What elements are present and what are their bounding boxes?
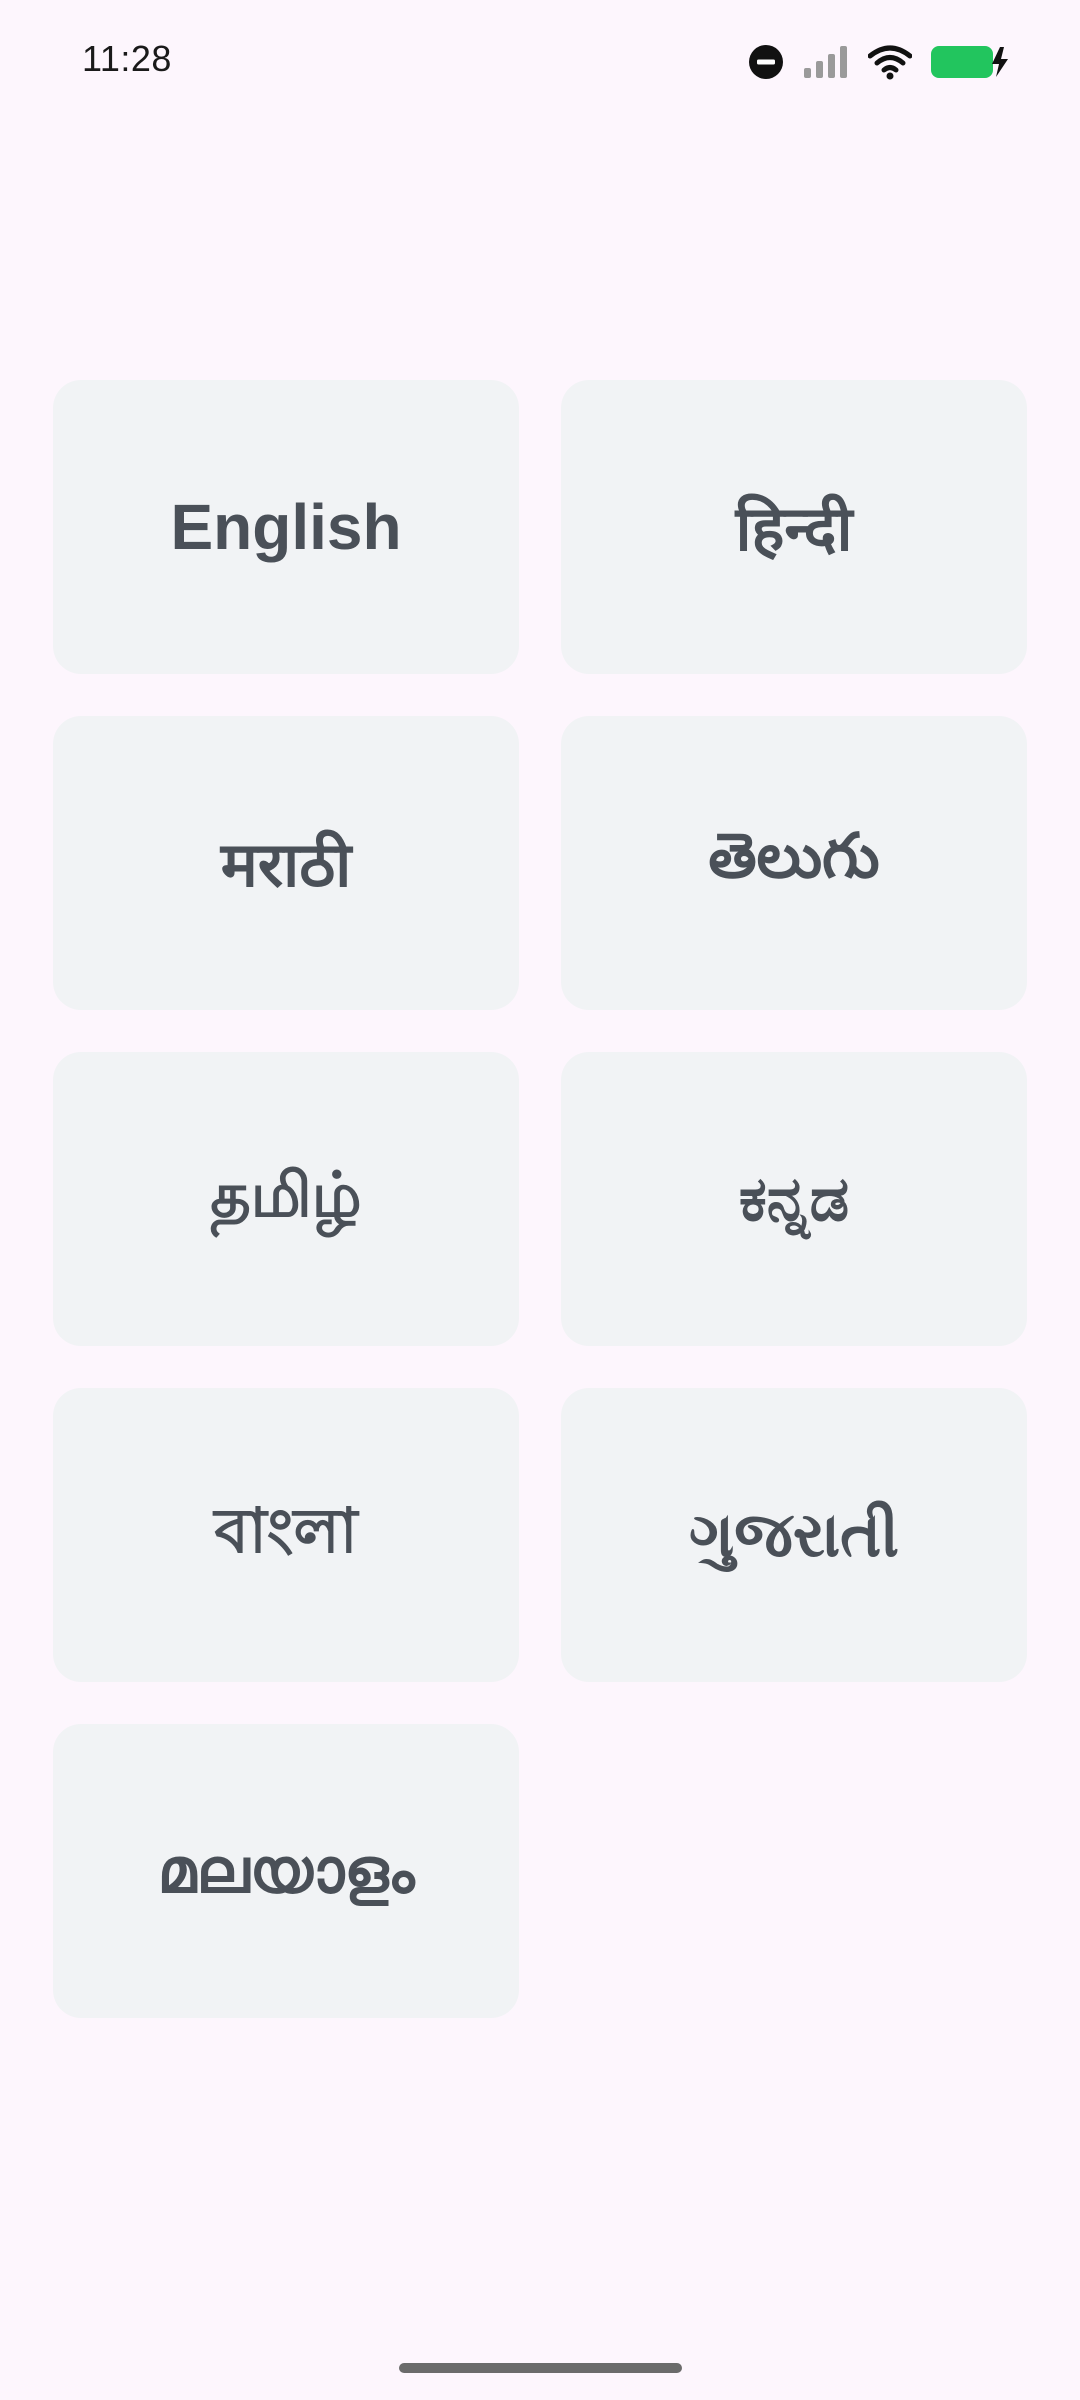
do-not-disturb-icon: [748, 44, 784, 80]
language-label: മലയാളം: [157, 1834, 415, 1907]
language-card-english[interactable]: English: [53, 380, 519, 674]
language-card-tamil[interactable]: தமிழ்: [53, 1052, 519, 1346]
signal-icon: [802, 44, 850, 80]
language-card-hindi[interactable]: हिन्दी: [561, 380, 1027, 674]
language-grid: English हिन्दी मराठी తెలుగు தமிழ் ಕನ್ನಡ …: [53, 380, 1027, 2018]
language-label: தமிழ்: [210, 1158, 362, 1231]
status-bar: 11:28: [0, 0, 1080, 126]
language-label: తెలుగు: [708, 819, 880, 892]
language-label: English: [170, 491, 402, 563]
language-card-bengali[interactable]: বাংলা: [53, 1388, 519, 1682]
language-label: বাংলা: [214, 1493, 358, 1567]
wifi-icon: [868, 44, 912, 80]
status-time: 11:28: [82, 38, 172, 79]
language-label: हिन्दी: [735, 492, 853, 565]
language-card-gujarati[interactable]: ગુજરાતી: [561, 1388, 1027, 1682]
language-label: मराठी: [220, 828, 352, 901]
language-card-telugu[interactable]: తెలుగు: [561, 716, 1027, 1010]
language-card-malayalam[interactable]: മലയാളം: [53, 1724, 519, 2018]
language-card-marathi[interactable]: मराठी: [53, 716, 519, 1010]
language-card-kannada[interactable]: ಕನ್ನಡ: [561, 1052, 1027, 1346]
language-label: ગુજરાતી: [689, 1498, 899, 1571]
battery-charging-icon: [930, 44, 1010, 80]
home-indicator[interactable]: [399, 2363, 682, 2373]
language-label: ಕನ್ನಡ: [738, 1162, 850, 1235]
status-icons: [748, 40, 1010, 84]
